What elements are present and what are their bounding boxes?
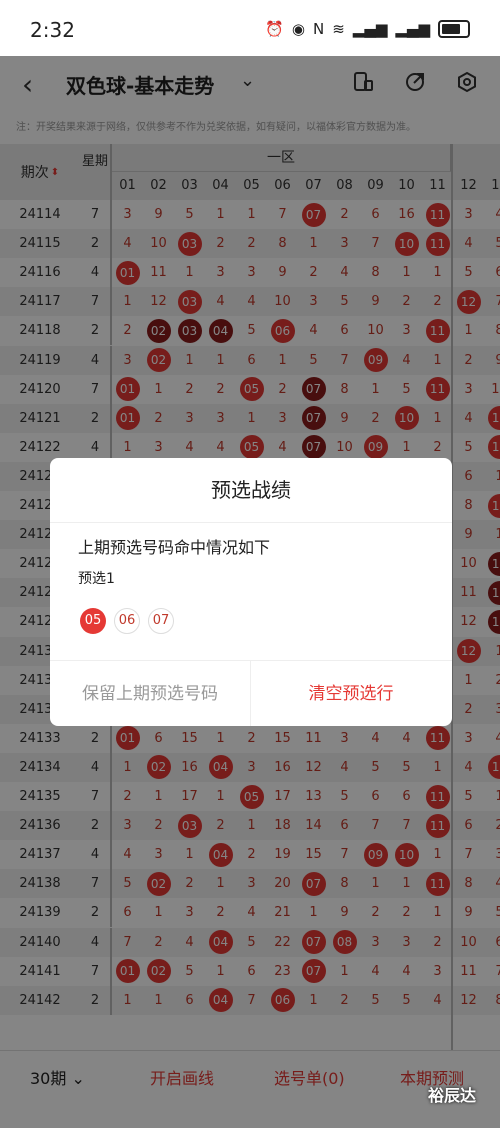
preselect-ball: 05	[80, 608, 106, 634]
preselect-ball: 07	[148, 608, 174, 634]
keep-preselect-button[interactable]: 保留上期预选号码	[50, 661, 251, 726]
alarm-icon: ⏰	[265, 20, 284, 38]
clear-preselect-button[interactable]: 清空预选行	[251, 661, 451, 726]
battery-icon	[438, 20, 470, 38]
dialog-title: 预选战绩	[50, 458, 452, 523]
eye-icon: ◉	[292, 20, 305, 38]
preselect-ball: 06	[114, 608, 140, 634]
watermark: 裕辰达	[428, 1082, 476, 1106]
signal-icon: ▂▄▆	[395, 20, 430, 38]
dialog-message: 上期预选号码命中情况如下	[78, 534, 270, 558]
status-bar: 2:32 ⏰ ◉ N ≋ ▂▄▆ ▂▄▆	[0, 0, 500, 56]
nfc-icon: N	[313, 20, 324, 38]
preselect-label: 预选1	[78, 568, 115, 588]
preselect-balls: 05 06 07	[80, 608, 174, 634]
wifi-icon: ≋	[332, 20, 345, 38]
preselect-result-dialog: 预选战绩 上期预选号码命中情况如下 预选1 05 06 07 保留上期预选号码 清空…	[50, 458, 452, 726]
signal-icon: ▂▄▆	[353, 20, 388, 38]
status-time: 2:32	[30, 18, 75, 42]
dialog-buttons: 保留上期预选号码 清空预选行	[50, 660, 452, 726]
status-icons: ⏰ ◉ N ≋ ▂▄▆ ▂▄▆	[265, 20, 470, 38]
